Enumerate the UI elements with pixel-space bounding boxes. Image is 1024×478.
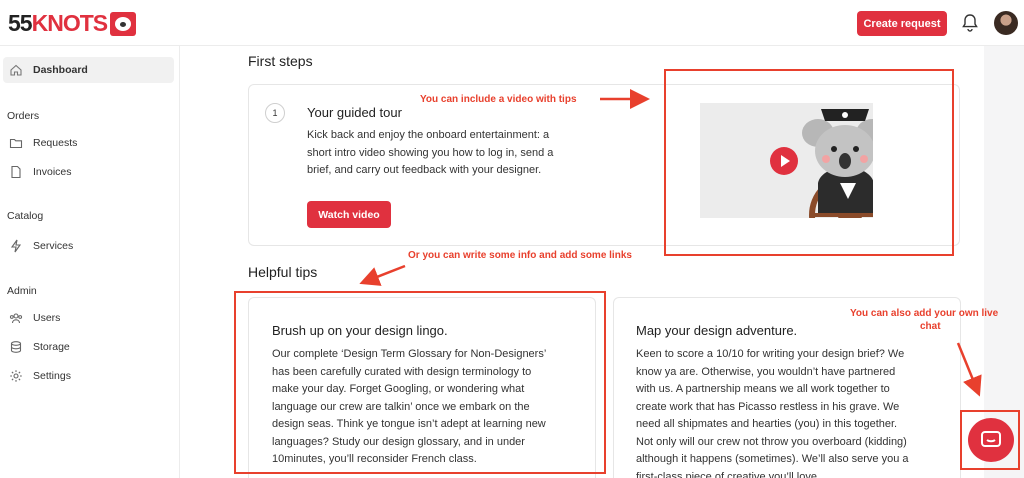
section-catalog: Catalog [7, 210, 44, 222]
home-icon [9, 63, 23, 77]
logo[interactable]: 55 KNOTS [8, 10, 137, 37]
text-line: need all shipmates and hearties (you) in… [636, 418, 898, 430]
database-icon [9, 340, 23, 354]
sidebar-item-storage[interactable]: Storage [3, 334, 174, 360]
sidebar-item-label: Settings [33, 370, 71, 382]
step-description: Kick back and enjoy the onboard entertai… [307, 127, 607, 180]
sidebar-item-invoices[interactable]: Invoices [3, 159, 174, 185]
text-line: short intro video showing you how to log… [307, 146, 554, 159]
top-header: 55 KNOTS Create request [0, 0, 1024, 46]
text-line: although it happens (sometimes). We’ll a… [636, 453, 909, 465]
first-steps-heading: First steps [248, 53, 313, 69]
tip-title: Map your design adventure. [636, 323, 798, 338]
sidebar-item-services[interactable]: Services [3, 233, 174, 259]
logo-number: 55 [8, 10, 33, 36]
text-line: Not only will our crew not throw you ove… [636, 435, 907, 448]
tip-text: Keen to score a 10/10 for writing your d… [636, 346, 961, 478]
gear-icon [9, 369, 23, 383]
sidebar-item-label: Invoices [33, 166, 72, 178]
tip-card-adventure: Map your design adventure. Keen to score… [613, 297, 961, 478]
section-admin: Admin [7, 285, 37, 297]
sidebar-item-label: Dashboard [33, 64, 88, 76]
text-line: Kick back and enjoy the onboard entertai… [307, 129, 550, 141]
annotation-chat-line2: chat [920, 321, 941, 332]
step-title: Your guided tour [307, 105, 402, 120]
live-chat-button[interactable] [968, 418, 1014, 462]
text-line: with us. A partnership means we all work… [636, 383, 890, 395]
document-icon [9, 165, 23, 179]
sidebar-item-settings[interactable]: Settings [3, 363, 174, 389]
logo-word: KNOTS [31, 10, 108, 36]
text-line: Keen to score a 10/10 for writing your d… [636, 348, 905, 360]
sidebar: Dashboard Orders Requests Invoices Catal… [0, 46, 180, 478]
bolt-icon [9, 239, 23, 253]
text-line: create work that has Picasso restless in… [636, 400, 900, 413]
text-line: brief, and carry out feedback with your … [307, 164, 542, 176]
step-number: 1 [265, 103, 285, 123]
sidebar-item-label: Requests [33, 137, 78, 149]
folder-icon [9, 136, 23, 150]
tips-highlight-box [234, 291, 606, 474]
watch-video-button[interactable]: Watch video [307, 201, 391, 228]
sidebar-item-label: Services [33, 240, 74, 252]
sidebar-item-requests[interactable]: Requests [3, 130, 174, 156]
annotation-chat-line1: You can also add your own live [850, 308, 999, 319]
koala-logo-icon [110, 11, 137, 36]
section-orders: Orders [7, 110, 40, 122]
annotation-links: Or you can write some info and add some … [408, 250, 632, 261]
users-icon [9, 311, 23, 325]
sidebar-item-dashboard[interactable]: Dashboard [3, 57, 174, 83]
avatar[interactable] [994, 11, 1018, 35]
text-line: first-class piece of creative you’ll lov… [636, 470, 821, 478]
create-request-button[interactable]: Create request [857, 11, 947, 36]
helpful-tips-heading: Helpful tips [248, 264, 318, 280]
text-line: know ya are. Otherwise, you wouldn’t hav… [636, 365, 896, 378]
video-highlight-box [664, 69, 954, 256]
chat-icon [981, 431, 1001, 447]
sidebar-item-label: Storage [33, 341, 70, 353]
annotation-video: You can include a video with tips [420, 94, 577, 105]
bell-icon[interactable] [961, 13, 979, 33]
sidebar-item-label: Users [33, 312, 61, 324]
sidebar-item-users[interactable]: Users [3, 305, 174, 331]
